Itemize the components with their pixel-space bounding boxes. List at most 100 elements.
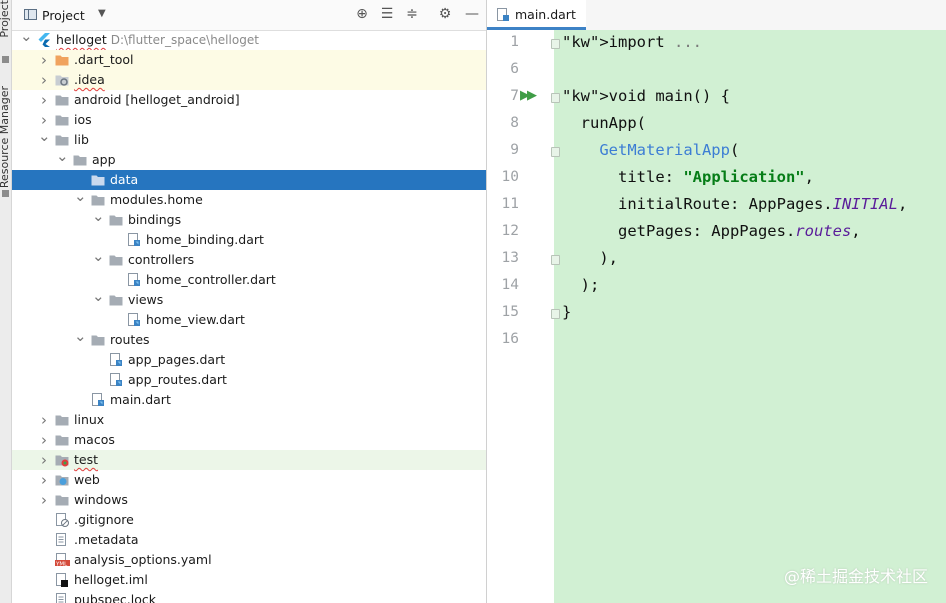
tree-item-label: lib bbox=[74, 130, 89, 150]
chevron-down-icon[interactable]: ⌄ bbox=[56, 146, 69, 166]
tree-item[interactable]: › windows bbox=[12, 490, 486, 510]
gear-icon[interactable]: ⚙ bbox=[436, 5, 454, 23]
chevron-right-icon[interactable]: › bbox=[38, 470, 50, 490]
fold-marker-icon[interactable] bbox=[551, 255, 560, 265]
code-line[interactable]: } bbox=[562, 303, 571, 321]
code-line[interactable]: "kw">import ... bbox=[562, 33, 702, 51]
tree-item-text: home_binding.dart bbox=[146, 232, 264, 247]
chevron-right-icon[interactable]: › bbox=[38, 490, 50, 510]
line-number: 16 bbox=[501, 331, 519, 347]
tree-item-label: home_binding.dart bbox=[146, 230, 264, 250]
tree-item[interactable]: app_routes.dart bbox=[12, 370, 486, 390]
code-line[interactable]: ); bbox=[562, 276, 600, 294]
tree-item[interactable]: › .idea bbox=[12, 70, 486, 90]
chevron-right-icon[interactable]: › bbox=[38, 450, 50, 470]
tree-item[interactable]: home_controller.dart bbox=[12, 270, 486, 290]
chevron-right-icon[interactable]: › bbox=[38, 70, 50, 90]
tab-main-dart[interactable]: main.dart bbox=[487, 0, 586, 30]
code-line[interactable]: runApp( bbox=[562, 114, 646, 132]
fold-marker-icon[interactable] bbox=[551, 39, 560, 49]
tree-item-text: routes bbox=[110, 332, 150, 347]
tree-item[interactable]: pubspec.lock bbox=[12, 590, 486, 603]
chevron-right-icon[interactable]: › bbox=[38, 410, 50, 430]
tree-item[interactable]: ⌄ modules.home bbox=[12, 187, 486, 210]
dart-file-icon bbox=[127, 273, 141, 287]
tree-item-text: helloget.iml bbox=[74, 572, 148, 587]
fold-marker-icon[interactable] bbox=[551, 147, 560, 157]
tree-item[interactable]: ⌄ routes bbox=[12, 327, 486, 350]
editor-tab-bar: main.dart bbox=[487, 0, 946, 31]
editor-area: main.dart 1 "kw">import ... 6 7 "kw">void ma… bbox=[487, 0, 946, 603]
run-icon[interactable]: ▶▶ bbox=[520, 88, 537, 103]
tree-item[interactable]: home_binding.dart bbox=[12, 230, 486, 250]
expand-all-icon[interactable]: ☰ bbox=[378, 5, 396, 23]
code-line[interactable]: ), bbox=[562, 249, 618, 267]
iml-file-icon bbox=[55, 573, 69, 587]
line-number: 9 bbox=[510, 142, 519, 158]
tree-item[interactable]: › .dart_tool bbox=[12, 50, 486, 70]
locate-icon[interactable]: ⊕ bbox=[353, 5, 371, 23]
folder-orange-icon bbox=[55, 53, 69, 67]
chevron-down-icon[interactable]: ⌄ bbox=[74, 186, 87, 206]
chevron-down-icon[interactable]: ⌄ bbox=[74, 326, 87, 346]
code-line[interactable]: GetMaterialApp( bbox=[562, 141, 739, 159]
resource-manager-tool-tab[interactable]: Resource Manager bbox=[0, 86, 11, 188]
tree-item[interactable]: ⌄ bindings bbox=[12, 207, 486, 230]
line-number: 12 bbox=[501, 223, 519, 239]
tree-item[interactable]: ⌄ views bbox=[12, 287, 486, 310]
tree-item[interactable]: › test bbox=[12, 450, 486, 470]
folder-icon bbox=[109, 293, 123, 307]
fold-marker-icon[interactable] bbox=[551, 309, 560, 319]
tree-item-text: data bbox=[110, 172, 139, 187]
tree-item[interactable]: › android [helloget_android] bbox=[12, 90, 486, 110]
tree-item[interactable]: helloget.iml bbox=[12, 570, 486, 590]
chevron-down-icon[interactable]: ⌄ bbox=[38, 126, 51, 146]
chevron-down-icon[interactable]: ⌄ bbox=[92, 286, 105, 306]
chevron-right-icon[interactable]: › bbox=[38, 430, 50, 450]
folder-icon bbox=[91, 173, 105, 187]
folder-icon bbox=[55, 413, 69, 427]
fold-marker-icon[interactable] bbox=[551, 93, 560, 103]
collapse-all-icon[interactable]: ≑ bbox=[403, 5, 421, 23]
chevron-right-icon[interactable]: › bbox=[38, 90, 50, 110]
tree-item[interactable]: ⌄ controllers bbox=[12, 247, 486, 270]
line-number: 6 bbox=[510, 61, 519, 77]
dart-file-icon bbox=[91, 393, 105, 407]
chevron-down-icon[interactable]: ⌄ bbox=[92, 246, 105, 266]
tree-item-label: android [helloget_android] bbox=[74, 90, 240, 110]
tree-item[interactable]: ⌄ lib bbox=[12, 127, 486, 150]
dart-file-icon bbox=[497, 8, 509, 21]
tree-item-text: home_view.dart bbox=[146, 312, 245, 327]
line-number: 14 bbox=[501, 277, 519, 293]
flutter-icon bbox=[37, 33, 51, 47]
tree-item[interactable]: ⌄ helloget D:\flutter_space\helloget bbox=[12, 27, 486, 50]
tree-item[interactable]: .metadata bbox=[12, 530, 486, 550]
code-line[interactable]: "kw">void main() { bbox=[562, 87, 730, 105]
text-file-icon bbox=[55, 533, 69, 547]
project-tool-tab[interactable]: Project bbox=[0, 0, 11, 38]
project-tree: ⌄ helloget D:\flutter_space\helloget › .dart… bbox=[12, 27, 486, 603]
minimize-icon[interactable]: — bbox=[463, 5, 481, 23]
tree-item[interactable]: › web bbox=[12, 470, 486, 490]
chevron-down-icon[interactable]: ⌄ bbox=[92, 206, 105, 226]
code-line[interactable]: initialRoute: AppPages.INITIAL, bbox=[562, 195, 907, 213]
tree-item-text: .metadata bbox=[74, 532, 139, 547]
chevron-down-icon[interactable]: ▼ bbox=[98, 8, 106, 19]
tree-item[interactable]: app_pages.dart bbox=[12, 350, 486, 370]
project-view-selector[interactable]: Project bbox=[42, 8, 85, 23]
chevron-right-icon[interactable]: › bbox=[38, 50, 50, 70]
tree-item[interactable]: › ios bbox=[12, 110, 486, 130]
tree-item[interactable]: .gitignore bbox=[12, 510, 486, 530]
tree-item[interactable]: ⌄ app bbox=[12, 147, 486, 170]
folder-icon bbox=[55, 493, 69, 507]
chevron-down-icon[interactable]: ⌄ bbox=[20, 26, 33, 46]
tree-item[interactable]: YML analysis_options.yaml bbox=[12, 550, 486, 570]
code-line[interactable]: getPages: AppPages.routes, bbox=[562, 222, 861, 240]
tree-item-label: views bbox=[128, 290, 163, 310]
resource-manager-tool-icon bbox=[2, 190, 9, 197]
tree-item[interactable]: main.dart bbox=[12, 390, 486, 410]
tree-item[interactable]: › macos bbox=[12, 430, 486, 450]
code-line[interactable]: title: "Application", bbox=[562, 168, 814, 186]
tree-item[interactable]: › linux bbox=[12, 410, 486, 430]
folder-settings-icon bbox=[55, 73, 69, 87]
